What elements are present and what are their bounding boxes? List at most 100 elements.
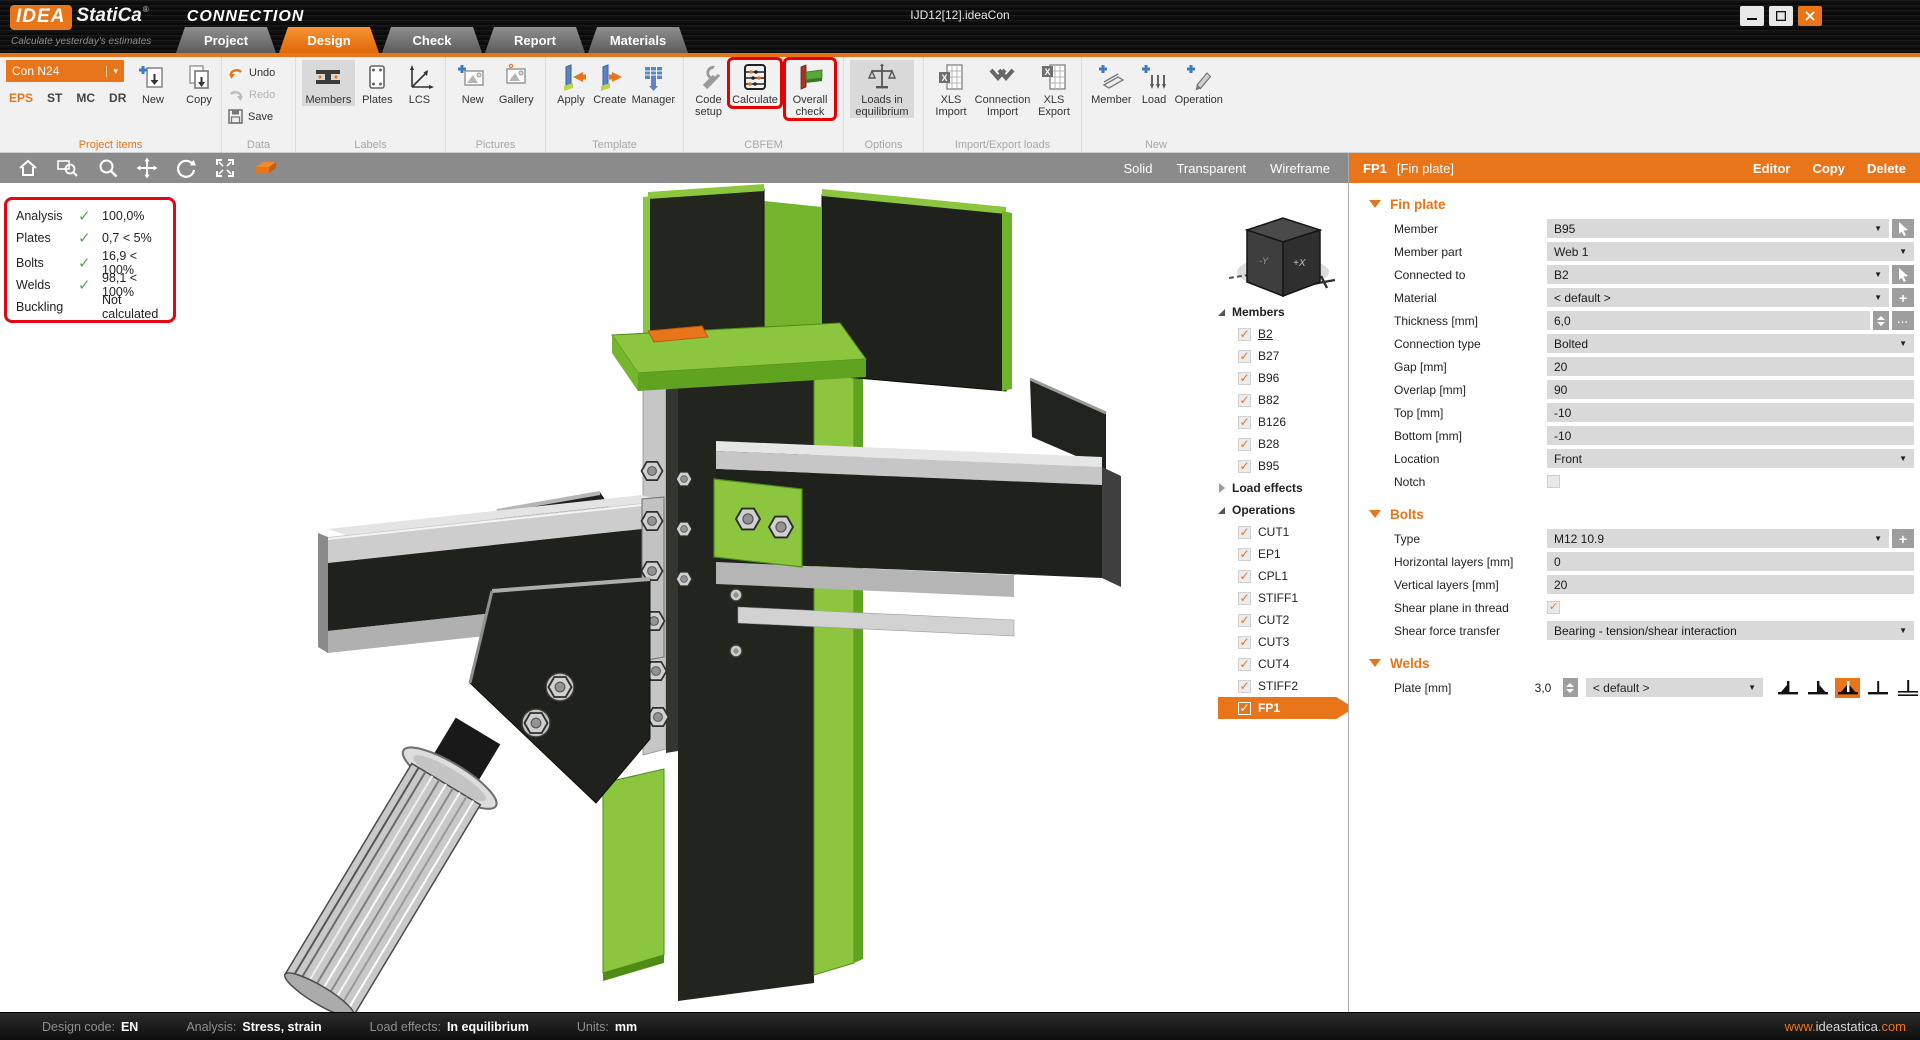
tree-item-b95[interactable]: ✓B95 (1218, 455, 1346, 477)
tree-item-cut2[interactable]: ✓CUT2 (1218, 609, 1346, 631)
section-bolts[interactable]: Bolts (1349, 501, 1920, 527)
checkbox-checked[interactable]: ✓ (1238, 438, 1251, 451)
mode-st[interactable]: ST (47, 91, 62, 105)
mode-eps[interactable]: EPS (9, 91, 33, 105)
picture-new-button[interactable]: New (452, 60, 494, 106)
xls-import-button[interactable]: X XLS Import (930, 60, 972, 118)
weld-thickness-stepper[interactable] (1563, 678, 1578, 697)
checkbox-checked[interactable]: ✓ (1238, 372, 1251, 385)
connection-type-select[interactable]: Bolted▼ (1547, 334, 1914, 353)
checkbox-checked[interactable]: ✓ (1238, 614, 1251, 627)
mode-mc[interactable]: MC (76, 91, 95, 105)
tree-item-cut4[interactable]: ✓CUT4 (1218, 653, 1346, 675)
save-button[interactable]: Save (228, 106, 275, 127)
xls-export-button[interactable]: X XLS Export (1033, 60, 1075, 118)
template-apply-button[interactable]: Apply (552, 60, 590, 106)
pan-button[interactable] (136, 157, 158, 179)
checkbox-checked[interactable]: ✓ (1238, 416, 1251, 429)
checkbox-checked[interactable]: ✓ (1238, 658, 1251, 671)
fit-view-button[interactable] (214, 157, 236, 179)
checkbox-checked[interactable]: ✓ (1238, 460, 1251, 473)
member-select[interactable]: B95▼ (1547, 219, 1889, 238)
shear-force-select[interactable]: Bearing - tension/shear interaction▼ (1547, 621, 1914, 640)
zoom-button[interactable] (97, 157, 119, 179)
tab-project[interactable]: Project (176, 27, 276, 53)
tree-item-b96[interactable]: ✓B96 (1218, 367, 1346, 389)
render-ingot-button[interactable] (253, 158, 279, 178)
view-mode-wireframe[interactable]: Wireframe (1270, 161, 1330, 176)
minimize-button[interactable] (1740, 6, 1764, 26)
zoom-window-button[interactable] (56, 157, 80, 179)
tab-design[interactable]: Design (279, 27, 379, 53)
horizontal-layers-input[interactable]: 0 (1547, 552, 1914, 571)
connected-to-select[interactable]: B2▼ (1547, 265, 1889, 284)
tree-item-stiff2[interactable]: ✓STIFF2 (1218, 675, 1346, 697)
weld-type-fillet-both-button-selected[interactable] (1835, 678, 1860, 698)
bolt-type-select[interactable]: M12 10.9▼ (1547, 529, 1889, 548)
checkbox-checked[interactable]: ✓ (1238, 328, 1251, 341)
location-select[interactable]: Front▼ (1547, 449, 1914, 468)
tree-item-ep1[interactable]: ✓EP1 (1218, 543, 1346, 565)
website-link[interactable]: www.ideastatica.com (1785, 1019, 1906, 1034)
redo-button[interactable]: Redo (228, 84, 275, 105)
section-welds[interactable]: Welds (1349, 650, 1920, 676)
copy-project-item-button[interactable]: Copy (180, 60, 218, 106)
delete-operation-button[interactable]: Delete (1867, 161, 1906, 176)
member-part-select[interactable]: Web 1▼ (1547, 242, 1914, 261)
tree-item-stiff1[interactable]: ✓STIFF1 (1218, 587, 1346, 609)
tree-item-fp1-selected[interactable]: ✓FP1 (1218, 697, 1348, 719)
template-create-button[interactable]: Create (590, 60, 630, 106)
bottom-input[interactable]: -10 (1547, 426, 1914, 445)
new-member-button[interactable]: Member (1088, 60, 1135, 106)
checkbox-checked[interactable]: ✓ (1238, 350, 1251, 363)
overall-check-button[interactable]: Overall check (787, 60, 833, 118)
connection-import-button[interactable]: Connection Import (972, 60, 1033, 118)
tree-item-b28[interactable]: ✓B28 (1218, 433, 1346, 455)
thickness-more-button[interactable]: ... (1892, 311, 1914, 330)
weld-thickness-value[interactable]: 3,0 (1535, 681, 1563, 695)
editor-button[interactable]: Editor (1753, 161, 1791, 176)
shear-plane-checkbox-checked[interactable]: ✓ (1547, 601, 1560, 614)
pick-member-button[interactable] (1892, 219, 1914, 238)
tab-report[interactable]: Report (485, 27, 585, 53)
close-button[interactable] (1798, 6, 1822, 26)
weld-material-select[interactable]: < default >▼ (1586, 678, 1763, 697)
checkbox-checked[interactable]: ✓ (1238, 570, 1251, 583)
labels-lcs-toggle[interactable]: LCS (400, 60, 439, 106)
checkbox-checked[interactable]: ✓ (1238, 526, 1251, 539)
thickness-stepper[interactable] (1873, 311, 1889, 330)
picture-gallery-button[interactable]: Gallery (494, 60, 539, 106)
new-operation-button[interactable]: Operation (1173, 60, 1224, 106)
tree-item-cpl1[interactable]: ✓CPL1 (1218, 565, 1346, 587)
add-material-button[interactable]: + (1892, 288, 1914, 307)
connection-combo[interactable]: Con N24 ▾ (6, 60, 124, 82)
weld-type-butt-button[interactable] (1865, 678, 1890, 698)
tree-item-b126[interactable]: ✓B126 (1218, 411, 1346, 433)
tree-item-b27[interactable]: ✓B27 (1218, 345, 1346, 367)
vertical-layers-input[interactable]: 20 (1547, 575, 1914, 594)
model-viewport[interactable]: +X -Y Analysis✓100,0% Plates✓0,7 < 5% Bo… (0, 183, 1348, 1012)
code-setup-button[interactable]: Code setup (690, 60, 727, 118)
notch-checkbox-unchecked[interactable] (1547, 475, 1560, 488)
loads-in-equilibrium-toggle[interactable]: Loads in equilibrium (850, 60, 914, 118)
undo-button[interactable]: Undo (228, 62, 275, 83)
home-view-button[interactable] (17, 157, 39, 179)
checkbox-checked[interactable]: ✓ (1238, 548, 1251, 561)
tree-group-load-effects[interactable]: Load effects (1218, 477, 1346, 499)
mode-dr[interactable]: DR (109, 91, 126, 105)
checkbox-checked[interactable]: ✓ (1238, 680, 1251, 693)
tree-item-b2[interactable]: ✓B2 (1218, 323, 1346, 345)
overlap-input[interactable]: 90 (1547, 380, 1914, 399)
gap-input[interactable]: 20 (1547, 357, 1914, 376)
copy-operation-button[interactable]: Copy (1812, 161, 1845, 176)
checkbox-checked[interactable]: ✓ (1238, 394, 1251, 407)
new-project-item-button[interactable]: New (134, 60, 172, 106)
add-bolt-type-button[interactable]: + (1892, 529, 1914, 548)
template-manager-button[interactable]: Manager (630, 60, 677, 106)
new-load-button[interactable]: Load (1135, 60, 1174, 106)
checkbox-checked[interactable]: ✓ (1238, 636, 1251, 649)
tree-group-members[interactable]: Members (1218, 301, 1346, 323)
labels-plates-toggle[interactable]: Plates (355, 60, 400, 106)
tree-item-cut1[interactable]: ✓CUT1 (1218, 521, 1346, 543)
thickness-input[interactable]: 6,0 (1547, 311, 1870, 330)
